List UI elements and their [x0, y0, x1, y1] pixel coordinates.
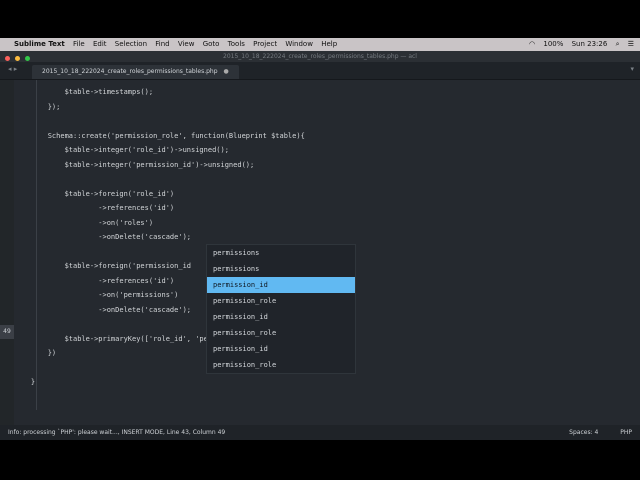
menubar: Sublime Text File Edit Selection Find Vi… — [0, 38, 640, 51]
menu-goto[interactable]: Goto — [203, 40, 220, 48]
code-line[interactable]: $table->integer('permission_id')->unsign… — [14, 158, 255, 172]
zoom-window-icon[interactable] — [24, 56, 30, 61]
app-name[interactable]: Sublime Text — [14, 40, 65, 48]
autocomplete-item[interactable]: permission_role — [207, 325, 355, 341]
status-bar: Info: processing `PHP': please wait..., … — [0, 425, 640, 440]
minimize-window-icon[interactable] — [14, 56, 20, 61]
unsaved-indicator-icon[interactable]: ● — [223, 68, 228, 75]
menu-file[interactable]: File — [73, 40, 85, 48]
tab-current-file[interactable]: 2015_10_18_222024_create_roles_permissio… — [32, 65, 239, 79]
menu-find[interactable]: Find — [155, 40, 169, 48]
menu-edit[interactable]: Edit — [93, 40, 107, 48]
window-title: 2015_10_18_222024_create_roles_permissio… — [223, 53, 417, 60]
menu-view[interactable]: View — [178, 40, 195, 48]
status-message: Info: processing `PHP': please wait..., … — [8, 429, 226, 436]
window-titlebar: 2015_10_18_222024_create_roles_permissio… — [0, 51, 640, 62]
line-gutter — [0, 80, 14, 425]
menu-selection[interactable]: Selection — [115, 40, 147, 48]
autocomplete-item[interactable]: permission_id — [207, 309, 355, 325]
code-line[interactable]: ->references('id') — [14, 201, 174, 215]
tab-label: 2015_10_18_222024_create_roles_permissio… — [42, 68, 218, 75]
screen-frame: Sublime Text File Edit Selection Find Vi… — [0, 38, 640, 440]
code-line[interactable]: }); — [14, 100, 61, 114]
autocomplete-item[interactable]: permission_role — [207, 357, 355, 373]
menu-project[interactable]: Project — [253, 40, 277, 48]
tab-bar: ◂ ▸ 2015_10_18_222024_create_roles_permi… — [0, 62, 640, 80]
menu-tools[interactable]: Tools — [228, 40, 245, 48]
letterbox-bottom — [0, 440, 640, 480]
code-line[interactable]: ->references('id') — [14, 274, 174, 288]
code-line[interactable]: }) — [14, 346, 56, 360]
autocomplete-item[interactable]: permission_id — [207, 341, 355, 357]
wifi-icon[interactable]: ◠ — [529, 40, 535, 48]
code-line[interactable]: ->on('roles') — [14, 216, 153, 230]
syntax-setting[interactable]: PHP — [620, 429, 632, 436]
menubar-right: ◠ 100% Sun 23:26 ⌕ ☰ — [523, 38, 634, 51]
code-line[interactable]: ->on('permissions') — [14, 288, 178, 302]
autocomplete-popup: permissions permissions permission_id pe… — [206, 244, 356, 374]
clock[interactable]: Sun 23:26 — [572, 40, 608, 48]
autocomplete-item[interactable]: permission_role — [207, 293, 355, 309]
menubar-left: Sublime Text File Edit Selection Find Vi… — [8, 38, 343, 51]
menu-window[interactable]: Window — [285, 40, 313, 48]
code-line[interactable]: $table->primaryKey(['role_id', 'perm']) — [14, 332, 229, 346]
status-right: Spaces: 4 PHP — [549, 425, 632, 440]
code-line[interactable]: Schema::create('permission_role', functi… — [14, 129, 305, 143]
code-line[interactable]: ->onDelete('cascade'); — [14, 230, 191, 244]
indentation-setting[interactable]: Spaces: 4 — [569, 429, 598, 436]
notification-icon[interactable]: ☰ — [628, 40, 634, 48]
code-line[interactable]: $table->integer('role_id')->unsigned(); — [14, 143, 229, 157]
autocomplete-item[interactable]: permissions — [207, 261, 355, 277]
code-line[interactable]: ->onDelete('cascade'); — [14, 303, 191, 317]
close-window-icon[interactable] — [5, 56, 10, 61]
autocomplete-item-selected[interactable]: permission_id — [207, 277, 355, 293]
spotlight-icon[interactable]: ⌕ — [616, 40, 620, 48]
editor-pane[interactable]: 49 $table->timestamps(); }); Schema::cre… — [0, 80, 640, 425]
code-line[interactable]: $table->timestamps(); — [14, 85, 154, 99]
tab-nav-arrows-icon[interactable]: ◂ ▸ — [8, 65, 17, 73]
code-line[interactable]: $table->foreign('role_id') — [14, 187, 175, 201]
autocomplete-item[interactable]: permissions — [207, 245, 355, 261]
code-line[interactable]: } — [14, 375, 35, 389]
gutter-current-line-marker: 49 — [0, 325, 14, 339]
code-line[interactable]: $table->foreign('permission_id — [14, 259, 191, 273]
battery-label[interactable]: 100% — [543, 40, 563, 48]
menu-help[interactable]: Help — [321, 40, 337, 48]
tab-menu-icon[interactable]: ▾ — [630, 65, 634, 73]
